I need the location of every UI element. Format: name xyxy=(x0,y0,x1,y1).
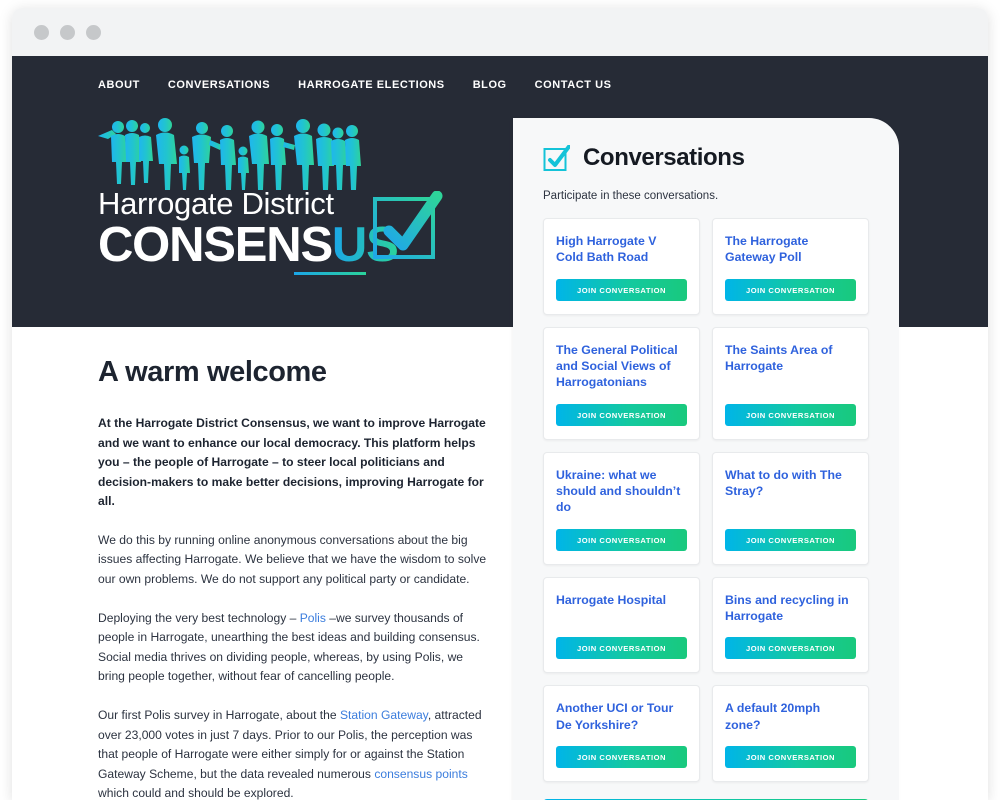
conversation-card[interactable]: High Harrogate V Cold Bath Road JOIN CON… xyxy=(543,218,700,315)
conversation-card-title: Ukraine: what we should and shouldn’t do xyxy=(556,467,681,515)
nav-item-contact-us[interactable]: CONTACT US xyxy=(535,79,612,91)
conversation-card-title: A default 20mph zone? xyxy=(725,701,821,732)
conversation-card[interactable]: A default 20mph zone? JOIN CONVERSATION xyxy=(712,685,869,783)
conversation-card[interactable]: The General Political and Social Views o… xyxy=(543,326,700,440)
conversation-card-title: The Saints Area of Harrogate xyxy=(725,342,833,374)
conversation-card[interactable]: Ukraine: what we should and shouldn’t do… xyxy=(543,451,700,565)
nav-item-blog[interactable]: BLOG xyxy=(473,79,507,91)
conversations-subtitle: Participate in these conversations. xyxy=(543,190,719,202)
conversation-card-title: Another UCI or Tour De Yorkshire? xyxy=(556,701,674,732)
join-conversation-button[interactable]: JOIN CONVERSATION xyxy=(556,403,687,426)
join-conversation-button[interactable]: JOIN CONVERSATION xyxy=(725,528,856,551)
p4-pre-text: Our first Polis survey in Harrogate, abo… xyxy=(98,707,340,722)
conversations-header: Conversations xyxy=(543,144,869,172)
conversation-card[interactable]: The Harrogate Gateway Poll JOIN CONVERSA… xyxy=(712,218,869,315)
conversation-card[interactable]: Harrogate Hospital JOIN CONVERSATION xyxy=(543,576,700,674)
article-paragraph-3: Deploying the very best technology – Pol… xyxy=(98,609,488,687)
join-conversation-button[interactable]: JOIN CONVERSATION xyxy=(556,278,687,301)
main-navigation: ABOUT CONVERSATIONS HARROGATE ELECTIONS … xyxy=(98,79,611,91)
article-paragraph-4: Our first Polis survey in Harrogate, abo… xyxy=(98,706,488,800)
maximize-dot-icon[interactable] xyxy=(86,24,101,40)
conversation-card-grid: High Harrogate V Cold Bath Road JOIN CON… xyxy=(543,218,869,783)
join-conversation-button[interactable]: JOIN CONVERSATION xyxy=(725,746,856,769)
site-logo[interactable]: Harrogate District CONSENSUS xyxy=(98,118,443,276)
logo-wordmark: Harrogate District CONSENSUS xyxy=(98,186,399,276)
conversation-card[interactable]: Another UCI or Tour De Yorkshire? JOIN C… xyxy=(543,685,700,783)
conversations-title: Conversations xyxy=(583,144,745,171)
conversations-panel: Conversations Participate in these conve… xyxy=(513,118,899,800)
article-paragraph-2: We do this by running online anonymous c… xyxy=(98,532,487,587)
browser-title-bar xyxy=(12,8,988,56)
join-conversation-button[interactable]: JOIN CONVERSATION xyxy=(556,746,687,769)
conversation-card[interactable]: What to do with The Stray? JOIN CONVERSA… xyxy=(712,451,869,565)
logo-underline xyxy=(294,272,366,276)
join-conversation-button[interactable]: JOIN CONVERSATION xyxy=(556,637,687,660)
conversation-card[interactable]: The Saints Area of Harrogate JOIN CONVER… xyxy=(712,326,869,440)
browser-window: ABOUT CONVERSATIONS HARROGATE ELECTIONS … xyxy=(12,8,988,800)
p3-pre-text: Deploying the very best technology – xyxy=(98,610,300,625)
logo-line-harrogate-district: Harrogate District xyxy=(98,186,334,221)
welcome-article: A warm welcome At the Harrogate District… xyxy=(98,356,488,800)
logo-checkbox-icon xyxy=(373,191,443,259)
join-conversation-button[interactable]: JOIN CONVERSATION xyxy=(556,528,687,551)
p4-post-text: which could and should be explored. xyxy=(98,786,294,800)
consensus-points-link[interactable]: consensus points xyxy=(374,767,467,781)
station-gateway-link[interactable]: Station Gateway xyxy=(340,708,428,722)
logo-wordmark-row: Harrogate District CONSENSUS xyxy=(98,186,443,276)
nav-item-about[interactable]: ABOUT xyxy=(98,79,140,91)
logo-consens-text: CONSENS xyxy=(98,218,333,273)
logo-line-consensus: CONSENSUS xyxy=(98,218,399,273)
join-conversation-button[interactable]: JOIN CONVERSATION xyxy=(725,637,856,660)
minimize-dot-icon[interactable] xyxy=(60,24,75,40)
conversation-card-title: High Harrogate V Cold Bath Road xyxy=(556,234,657,265)
people-silhouettes-icon xyxy=(98,118,361,190)
nav-item-conversations[interactable]: CONVERSATIONS xyxy=(168,79,270,91)
conversation-card[interactable]: Bins and recycling in Harrogate JOIN CON… xyxy=(712,576,869,674)
join-conversation-button[interactable]: JOIN CONVERSATION xyxy=(725,278,856,301)
conversation-card-title: The Harrogate Gateway Poll xyxy=(725,234,809,265)
nav-item-harrogate-elections[interactable]: HARROGATE ELECTIONS xyxy=(298,79,445,91)
conversation-card-title: Bins and recycling in Harrogate xyxy=(725,592,849,624)
conversation-card-title: Harrogate Hospital xyxy=(556,592,667,607)
join-conversation-button[interactable]: JOIN CONVERSATION xyxy=(725,403,856,426)
article-lede: At the Harrogate District Consensus, we … xyxy=(98,416,486,509)
checkbox-check-icon xyxy=(543,144,570,171)
page-title: A warm welcome xyxy=(98,356,327,388)
close-dot-icon[interactable] xyxy=(34,24,49,40)
conversation-card-title: The General Political and Social Views o… xyxy=(556,342,678,390)
conversation-card-title: What to do with The Stray? xyxy=(725,467,842,499)
polis-link[interactable]: Polis xyxy=(300,611,326,625)
page-viewport: ABOUT CONVERSATIONS HARROGATE ELECTIONS … xyxy=(12,56,988,800)
